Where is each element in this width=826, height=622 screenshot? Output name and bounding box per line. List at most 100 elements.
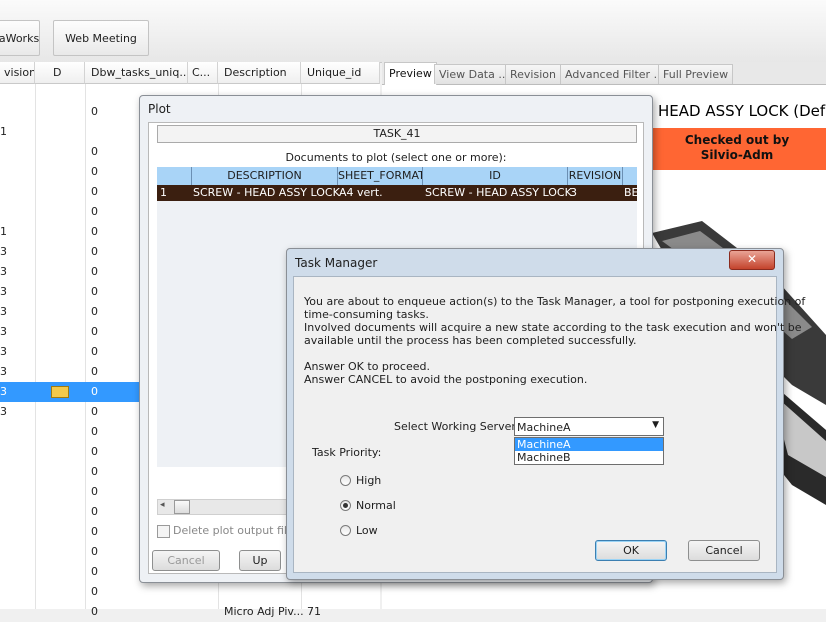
row-revision: 3 [570,186,577,199]
row-description: SCREW - HEAD ASSY LOCK [193,186,340,199]
cell-dbw-tasks: 0 [91,565,98,578]
checked-out-banner: Checked out by Silvio-Adm [648,128,826,170]
column-header-d[interactable]: D [35,62,85,84]
cell-dbw-tasks: 0 [91,245,98,258]
toolbar-button-works-label: aWorks [0,31,40,45]
tab-preview[interactable]: Preview [384,62,437,85]
cell-vision: 3 [0,365,7,378]
task-manager-message: You are about to enqueue action(s) to th… [304,295,805,386]
cell-description: Micro Adj Piv... [224,605,304,618]
horizontal-scrollbar[interactable]: ◂ [157,499,299,515]
col-id[interactable]: ID [422,167,567,185]
priority-low-radio[interactable] [340,525,351,536]
scroll-left-icon[interactable]: ◂ [160,500,165,510]
table-row[interactable]: 0 Micro Adj Piv... 71 [0,602,380,622]
document-row[interactable]: 1 SCREW - HEAD ASSY LOCK A4 vert. SCREW … [157,185,639,201]
column-header-vision[interactable]: vision [0,62,35,84]
server-option-machinea[interactable]: MachineA [515,438,663,451]
plot-up-button[interactable]: Up [239,550,281,571]
column-header-description[interactable]: Description [218,62,301,84]
message-line: available until the process has been com… [304,334,637,347]
tab-preview-label: Preview [389,67,432,80]
row-extra: BE [624,186,639,199]
column-header-c[interactable]: C... [188,62,218,84]
cancel-button[interactable]: Cancel [688,540,760,561]
cell-dbw-tasks: 0 [91,385,98,398]
tab-full-preview[interactable]: Full Preview [658,64,734,84]
plot-dialog-title: Plot [148,102,171,116]
cell-dbw-tasks: 0 [91,105,98,118]
tab-view-data[interactable]: View Data ... [434,64,514,84]
plot-cancel-button[interactable]: Cancel [152,550,220,571]
row-sheet-format: A4 vert. [339,186,383,199]
col-sheet-format[interactable]: SHEET_FORMAT [337,167,422,185]
server-select[interactable]: MachineA ▼ [514,417,664,436]
delete-output-checkbox[interactable] [157,525,170,538]
cell-dbw-tasks: 0 [91,405,98,418]
task-manager-body: You are about to enqueue action(s) to th… [293,276,805,573]
web-meeting-label: Web Meeting [65,31,137,45]
cell-dbw-tasks: 0 [91,365,98,378]
task-name-field: TASK_41 [157,125,637,143]
row-number: 1 [160,186,167,199]
web-meeting-button[interactable]: Web Meeting [53,20,149,56]
cell-dbw-tasks: 0 [91,545,98,558]
col-revision[interactable]: REVISION [567,167,623,185]
cell-vision: 3 [0,405,7,418]
priority-label: Task Priority: [312,446,382,459]
checked-out-line1: Checked out by [684,133,790,147]
documents-label: Documents to plot (select one or more): [285,151,507,164]
server-select-value: MachineA [517,421,571,434]
message-line: Answer OK to proceed. [304,360,430,373]
message-line: Answer CANCEL to avoid the postponing ex… [304,373,588,386]
tab-advanced-filter-label: Advanced Filter ... [565,68,665,81]
cell-dbw-tasks: 0 [91,145,98,158]
cell-vision: 3 [0,345,7,358]
col-description[interactable]: DESCRIPTION [191,167,337,185]
cell-dbw-tasks: 0 [91,185,98,198]
cell-dbw-tasks: 0 [91,605,98,618]
cell-dbw-tasks: 0 [91,465,98,478]
cell-dbw-tasks: 0 [91,585,98,598]
message-line: time-consuming tasks. [304,308,429,321]
column-header-dbw-tasks[interactable]: Dbw_tasks_uniq... [85,62,188,84]
table-row[interactable]: 0 [0,582,380,602]
cell-dbw-tasks: 0 [91,205,98,218]
cell-vision: 3 [0,385,7,398]
cell-dbw-tasks: 0 [91,345,98,358]
scroll-thumb[interactable] [174,500,190,514]
preview-title: HEAD ASSY LOCK (Defa [658,102,826,120]
task-manager-title: Task Manager [295,256,378,270]
cell-dbw-tasks: 0 [91,445,98,458]
cancel-label: Cancel [705,544,743,557]
priority-normal-label: Normal [356,499,396,512]
cell-vision: 1 [0,125,7,138]
task-manager-dialog: Task Manager ✕ You are about to enqueue … [286,248,805,580]
chevron-down-icon[interactable]: ▼ [652,420,659,430]
priority-low-label: Low [356,524,378,537]
message-line: Involved documents will acquire a new st… [304,321,802,334]
cell-vision: 3 [0,285,7,298]
plot-cancel-label: Cancel [167,554,205,567]
cell-vision: 3 [0,245,7,258]
document-state-icon [51,386,69,398]
tab-revision[interactable]: Revision [505,64,561,84]
column-header-unique-id[interactable]: Unique_id [301,62,380,84]
cell-dbw-tasks: 0 [91,505,98,518]
cell-dbw-tasks: 0 [91,225,98,238]
toolbar-button-works[interactable]: aWorks [0,20,40,56]
ok-button[interactable]: OK [595,540,667,561]
server-option-machineb[interactable]: MachineB [515,451,663,464]
preview-tabs: Preview View Data ... Revision Advanced … [382,62,826,85]
tab-advanced-filter[interactable]: Advanced Filter ... [560,64,670,84]
tab-full-preview-label: Full Preview [663,68,729,81]
priority-normal-radio[interactable] [340,500,351,511]
cell-dbw-tasks: 0 [91,425,98,438]
plot-up-label: Up [252,554,268,567]
cell-dbw-tasks: 0 [91,285,98,298]
close-icon[interactable]: ✕ [729,250,775,270]
priority-high-radio[interactable] [340,475,351,486]
main-toolbar: aWorks Web Meeting [0,0,826,63]
cell-vision: 3 [0,325,7,338]
